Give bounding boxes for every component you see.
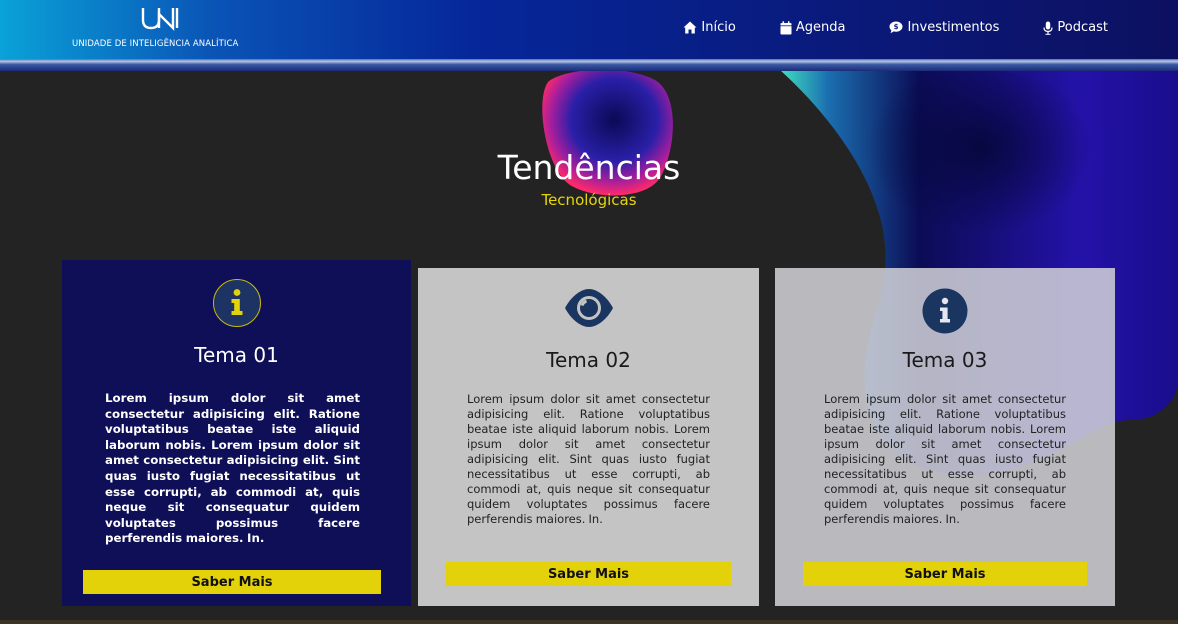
page-subtitle: Tecnológicas — [541, 191, 637, 209]
comment-dollar-icon: $ — [889, 21, 903, 34]
calendar-icon — [780, 20, 792, 34]
card-title: Tema 03 — [902, 348, 988, 372]
nav-label: Início — [701, 20, 736, 35]
card-description: Lorem ipsum dolor sit amet consectetur a… — [105, 391, 360, 546]
microphone-icon — [1043, 21, 1054, 35]
nav-label: Podcast — [1057, 20, 1108, 35]
nav-label: Agenda — [795, 20, 846, 35]
page-title: Tendências — [497, 148, 681, 187]
topic-card-3: Tema 03 Lorem ipsum dolor sit amet conse… — [775, 268, 1115, 606]
topic-card-2: Tema 02 Lorem ipsum dolor sit amet conse… — [418, 268, 759, 606]
card-title: Tema 02 — [546, 348, 631, 372]
topic-card-1: Tema 01 Lorem ipsum dolor sit amet conse… — [62, 260, 411, 606]
logo[interactable]: UNIDADE DE INTELIGÊNCIA ANALÍTICA — [72, 6, 252, 52]
nav-label: Investimentos — [907, 20, 1000, 35]
saber-mais-button[interactable]: Saber Mais — [803, 562, 1087, 586]
info-circle-icon — [212, 279, 261, 327]
nav-item-inicio[interactable]: Início — [683, 20, 736, 35]
nav-item-podcast[interactable]: Podcast — [1043, 20, 1108, 35]
saber-mais-button[interactable]: Saber Mais — [83, 570, 381, 594]
page: UNIDADE DE INTELIGÊNCIA ANALÍTICA Início… — [0, 0, 1178, 624]
logo-text: UNIDADE DE INTELIGÊNCIA ANALÍTICA — [72, 39, 239, 49]
svg-text:$: $ — [894, 23, 899, 31]
info-circle-icon — [922, 288, 968, 334]
nav-item-agenda[interactable]: Agenda — [780, 20, 846, 35]
uni-logo-mark — [141, 8, 179, 31]
card-title: Tema 01 — [194, 343, 279, 367]
top-navbar: UNIDADE DE INTELIGÊNCIA ANALÍTICA Início… — [0, 0, 1178, 59]
card-description: Lorem ipsum dolor sit amet consectetur a… — [467, 392, 710, 526]
home-icon — [683, 21, 697, 34]
nav-item-investimentos[interactable]: $ Investimentos — [889, 20, 999, 35]
card-description: Lorem ipsum dolor sit amet consectetur a… — [824, 392, 1066, 526]
header-divider — [0, 59, 1178, 71]
saber-mais-button[interactable]: Saber Mais — [446, 562, 731, 586]
footer-edge — [0, 620, 1178, 624]
hero-title-block: Tendências Tecnológicas — [0, 148, 1178, 209]
nav-menu: Início Agenda $ Investimentos Podcast — [639, 20, 1108, 35]
eye-icon — [564, 289, 613, 327]
